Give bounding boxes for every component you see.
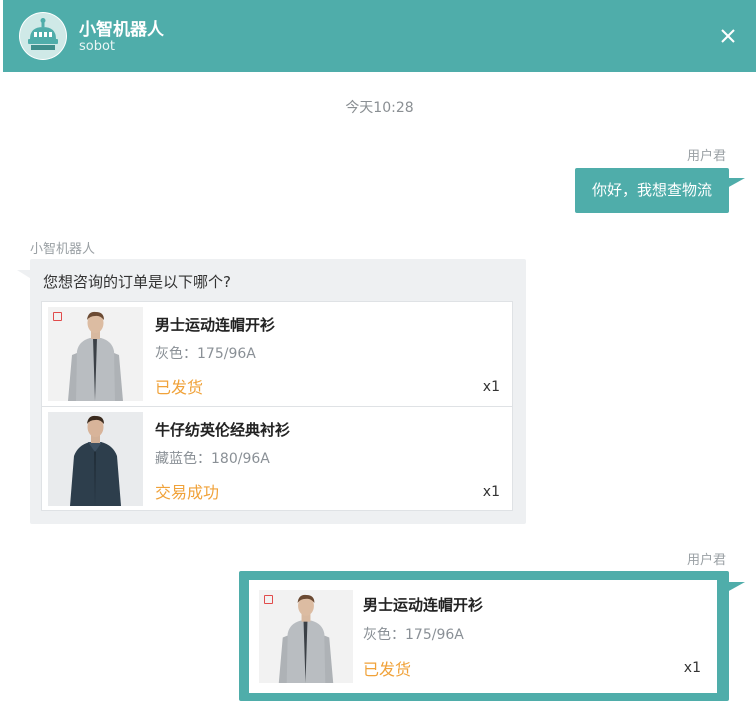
sender-label-user: 用户君 xyxy=(687,149,727,164)
product-thumbnail xyxy=(48,412,143,506)
robot-avatar-icon xyxy=(19,12,67,60)
product-thumbnail xyxy=(259,590,353,683)
order-quantity: x1 xyxy=(482,379,500,395)
order-list: 男士运动连帽开衫 灰色：175/96A 已发货 x1 牛仔纺英伦经典衬衫 藏蓝色… xyxy=(41,301,513,511)
bot-name: 小智机器人 xyxy=(79,20,164,40)
bubble-tail xyxy=(727,178,745,188)
product-spec: 灰色：175/96A xyxy=(363,627,464,643)
bot-message-bubble: 您想咨询的订单是以下哪个? 男士运动连帽开衫 灰色：175/96A 已发货 x1… xyxy=(30,259,526,524)
product-thumbnail xyxy=(48,307,143,401)
chat-timestamp: 今天10:28 xyxy=(345,100,414,116)
product-name: 男士运动连帽开衫 xyxy=(363,596,484,614)
user-order-bubble: 男士运动连帽开衫 灰色：175/96A 已发货 x1 xyxy=(239,571,729,701)
chat-window: 小智机器人 sobot 今天10:28 用户君 你好，我想查物流 小智机器人 您… xyxy=(3,0,756,711)
product-spec: 灰色：175/96A xyxy=(155,346,256,362)
order-card[interactable]: 牛仔纺英伦经典衬衫 藏蓝色：180/96A 交易成功 x1 xyxy=(42,406,512,510)
order-status: 已发货 xyxy=(155,378,204,397)
order-quantity: x1 xyxy=(683,660,701,676)
bot-subtitle: sobot xyxy=(79,39,116,54)
selected-order-card[interactable]: 男士运动连帽开衫 灰色：175/96A 已发货 x1 xyxy=(249,580,717,693)
order-quantity: x1 xyxy=(482,484,500,500)
sender-label-user: 用户君 xyxy=(687,553,727,568)
order-status: 交易成功 xyxy=(155,483,220,502)
shop-badge-icon xyxy=(264,595,273,604)
order-card[interactable]: 男士运动连帽开衫 灰色：175/96A 已发货 x1 xyxy=(42,302,512,406)
bot-question-text: 您想咨询的订单是以下哪个? xyxy=(43,273,231,291)
product-spec: 藏蓝色：180/96A xyxy=(155,451,270,467)
close-button[interactable] xyxy=(714,22,742,50)
product-name: 牛仔纺英伦经典衬衫 xyxy=(155,421,291,439)
bubble-tail xyxy=(727,582,745,592)
product-name: 男士运动连帽开衫 xyxy=(155,316,276,334)
chat-header: 小智机器人 sobot xyxy=(3,0,756,72)
sender-label-bot: 小智机器人 xyxy=(30,242,96,257)
order-status: 已发货 xyxy=(363,660,412,679)
shop-badge-icon xyxy=(53,312,62,321)
close-icon xyxy=(721,29,735,43)
user-message-bubble: 你好，我想查物流 xyxy=(575,168,729,213)
